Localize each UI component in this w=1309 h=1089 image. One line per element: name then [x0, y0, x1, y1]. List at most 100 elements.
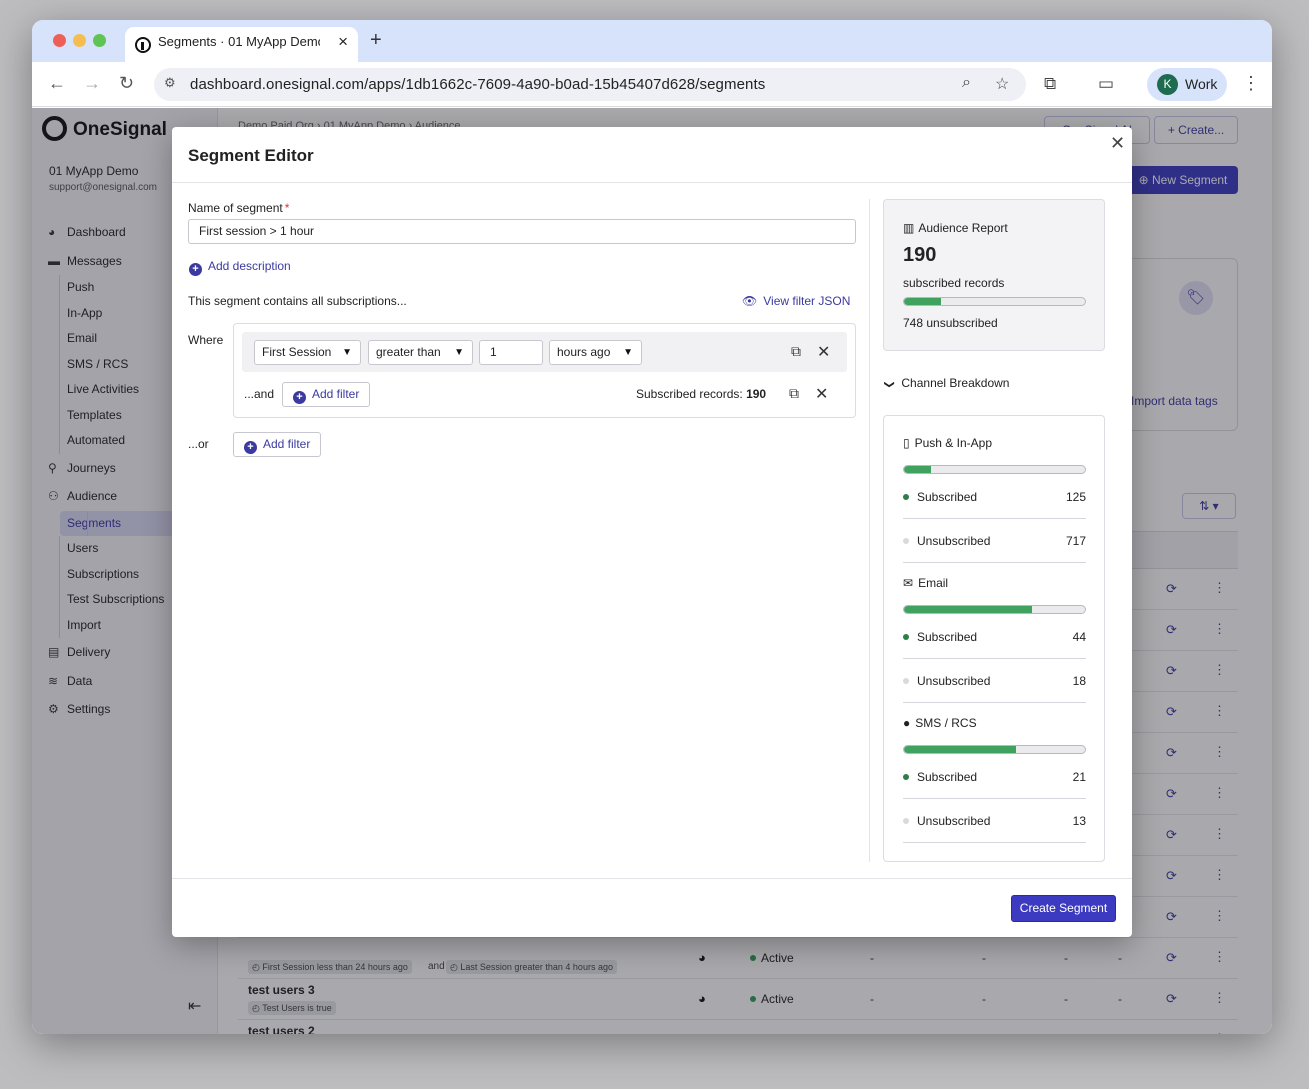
audience-progress-fill — [904, 298, 941, 305]
where-label: Where — [188, 333, 224, 347]
segment-editor-modal: Segment Editor ✕ Name of segment * First … — [172, 127, 1132, 937]
site-info-icon[interactable]: ⚙ — [164, 75, 176, 91]
address-bar[interactable]: ⚙ dashboard.onesignal.com/apps/1db1662c-… — [154, 68, 1026, 101]
maximize-window-button[interactable] — [93, 34, 106, 47]
chevron-down-icon: ▼ — [342, 347, 352, 358]
channel-name: SMS / RCS — [915, 716, 977, 730]
channel-title: ● SMS / RCS — [903, 716, 977, 730]
reload-icon[interactable]: ↻ — [119, 72, 134, 94]
row-divider — [903, 518, 1086, 519]
envelope-icon: ✉ — [903, 576, 914, 590]
extensions-icon[interactable]: ⧉ — [1044, 74, 1056, 94]
avatar: K — [1157, 74, 1178, 95]
segment-contains-text: This segment contains all subscriptions.… — [188, 294, 407, 308]
bookmark-star-icon[interactable]: ☆ — [995, 74, 1009, 94]
unsubscribed-label: Unsubscribed — [917, 814, 991, 828]
and-label: ...and — [244, 387, 275, 401]
duplicate-filter-icon[interactable]: ⧉ — [791, 343, 801, 360]
eye-icon: 👁 — [742, 294, 758, 308]
create-segment-button[interactable]: Create Segment — [1011, 895, 1116, 922]
chat-bubble-icon: ● — [903, 716, 911, 730]
browser-tab[interactable]: Segments · 01 MyApp Demo | OneSignal × — [125, 27, 358, 62]
filter-value-input[interactable]: 1 — [479, 340, 543, 365]
close-icon[interactable]: ✕ — [1110, 133, 1125, 154]
modal-title: Segment Editor — [188, 146, 314, 165]
chevron-down-icon: ❯ — [883, 380, 895, 389]
profile-chip[interactable]: K Work — [1147, 68, 1227, 101]
filter-unit-select[interactable]: hours ago ▼ — [549, 340, 642, 365]
filter-unit-value: hours ago — [557, 345, 611, 359]
tab-close-icon[interactable]: × — [338, 33, 348, 51]
remove-group-icon[interactable]: ✕ — [815, 384, 828, 404]
filter-operator-select[interactable]: greater than ▼ — [368, 340, 473, 365]
modal-footer-divider — [172, 878, 1132, 879]
channel-subscribed-row: Subscribed 125 — [903, 490, 1086, 534]
duplicate-group-icon[interactable]: ⧉ — [789, 385, 799, 402]
add-or-filter-button[interactable]: + Add filter — [233, 432, 322, 457]
unsubscribed-label: Unsubscribed — [917, 674, 991, 688]
subscribed-records-caption: subscribed records — [903, 276, 1005, 290]
add-filter-label: Add filter — [312, 387, 360, 401]
filter-field-value: First Session — [262, 345, 332, 359]
subscribed-label: Subscribed — [917, 630, 978, 644]
view-filter-json-link[interactable]: 👁 View filter JSON — [742, 294, 850, 308]
audience-progress-bar — [903, 297, 1086, 306]
remove-filter-icon[interactable]: ✕ — [817, 342, 830, 362]
channel-progress-bar — [903, 745, 1086, 754]
bar-chart-icon: ▥ — [903, 221, 915, 235]
add-description-link[interactable]: + Add description — [189, 259, 291, 276]
row-divider — [903, 562, 1086, 563]
audience-report-title: ▥ Audience Report — [903, 221, 1008, 235]
browser-menu-icon[interactable]: ⋮ — [1242, 73, 1260, 94]
unsubscribed-dot — [903, 818, 909, 824]
mobile-icon: ▯ — [903, 436, 910, 450]
add-filter-label: Add filter — [263, 437, 311, 451]
segment-name-label: Name of segment * — [188, 201, 289, 215]
subscribed-value: 44 — [1072, 630, 1086, 644]
unsubscribed-label: Unsubscribed — [917, 534, 991, 548]
channel-breakdown-card: ▯ Push & In-App Subscribed 125 Unsubscribed 7… — [883, 415, 1105, 862]
filter-row: First Session ▼ greater than ▼ 1 hours ago… — [242, 332, 847, 372]
new-tab-icon[interactable]: + — [370, 30, 382, 50]
unsubscribed-count: 748 unsubscribed — [903, 316, 998, 330]
modal-header-divider — [172, 182, 1132, 183]
or-label: ...or — [188, 437, 209, 451]
row-divider — [903, 658, 1086, 659]
subscribed-label: Subscribed — [917, 770, 978, 784]
subscribed-value: 125 — [1065, 490, 1086, 504]
channel-breakdown-toggle[interactable]: ❯ Channel Breakdown — [883, 376, 1010, 390]
subscribed-dot — [903, 774, 909, 780]
subscribed-dot — [903, 634, 909, 640]
add-description-label: Add description — [208, 259, 291, 273]
unsubscribed-dot — [903, 538, 909, 544]
filter-group: First Session ▼ greater than ▼ 1 hours ago… — [233, 323, 856, 418]
tab-title: Segments · 01 MyApp Demo | OneSignal — [158, 34, 320, 49]
subscribed-count: 190 — [903, 244, 937, 266]
filter-field-select[interactable]: First Session ▼ — [254, 340, 361, 365]
forward-icon[interactable]: → — [83, 72, 101, 94]
panel-divider — [869, 199, 870, 862]
subscribed-records-label: Subscribed records: — [636, 387, 743, 401]
zoom-icon[interactable]: ⌕ — [962, 74, 971, 92]
cast-icon[interactable]: ▭ — [1098, 74, 1114, 94]
unsubscribed-dot — [903, 678, 909, 684]
unsubscribed-value: 18 — [1072, 674, 1086, 688]
url-text[interactable]: dashboard.onesignal.com/apps/1db1662c-76… — [190, 76, 765, 93]
chevron-down-icon: ▼ — [623, 347, 633, 358]
channel-name: Push & In-App — [914, 436, 992, 450]
subscribed-dot — [903, 494, 909, 500]
minimize-window-button[interactable] — [73, 34, 86, 47]
add-and-filter-button[interactable]: + Add filter — [282, 382, 371, 407]
channel-unsubscribed-row: Unsubscribed 13 — [903, 814, 1086, 858]
audience-report-card: ▥ Audience Report 190 subscribed records … — [883, 199, 1105, 351]
channel-unsubscribed-row: Unsubscribed 18 — [903, 674, 1086, 718]
subscribed-value: 21 — [1072, 770, 1086, 784]
plus-circle-icon: + — [293, 391, 306, 404]
segment-name-input[interactable]: First session > 1 hour — [188, 219, 856, 244]
channel-progress-fill — [904, 466, 931, 473]
view-filter-json-label: View filter JSON — [763, 294, 851, 308]
channel-unsubscribed-row: Unsubscribed 717 — [903, 534, 1086, 578]
close-window-button[interactable] — [53, 34, 66, 47]
back-icon[interactable]: ← — [48, 72, 66, 94]
row-divider — [903, 702, 1086, 703]
